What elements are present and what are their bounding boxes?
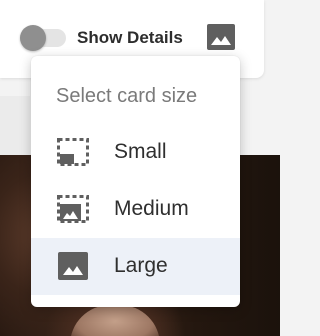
- menu-item-small[interactable]: Small: [31, 124, 240, 181]
- menu-item-label: Large: [114, 254, 168, 277]
- card-size-large-icon: [57, 252, 89, 280]
- menu-header: Select card size: [56, 85, 198, 107]
- show-details-label: Show Details: [77, 28, 183, 47]
- show-details-toggle[interactable]: [20, 25, 66, 51]
- menu-item-label: Medium: [114, 197, 189, 220]
- card-size-button[interactable]: [205, 21, 237, 53]
- menu-item-medium[interactable]: Medium: [31, 181, 240, 238]
- menu-item-label: Small: [114, 140, 167, 163]
- menu-item-large[interactable]: Large: [31, 238, 240, 295]
- card-size-menu: Select card size Small Medium Large: [31, 56, 240, 307]
- image-icon: [207, 24, 235, 50]
- toggle-knob: [20, 25, 46, 51]
- photo-face: [70, 305, 160, 336]
- card-size-small-icon: [57, 138, 89, 166]
- card-size-medium-icon: [57, 195, 89, 223]
